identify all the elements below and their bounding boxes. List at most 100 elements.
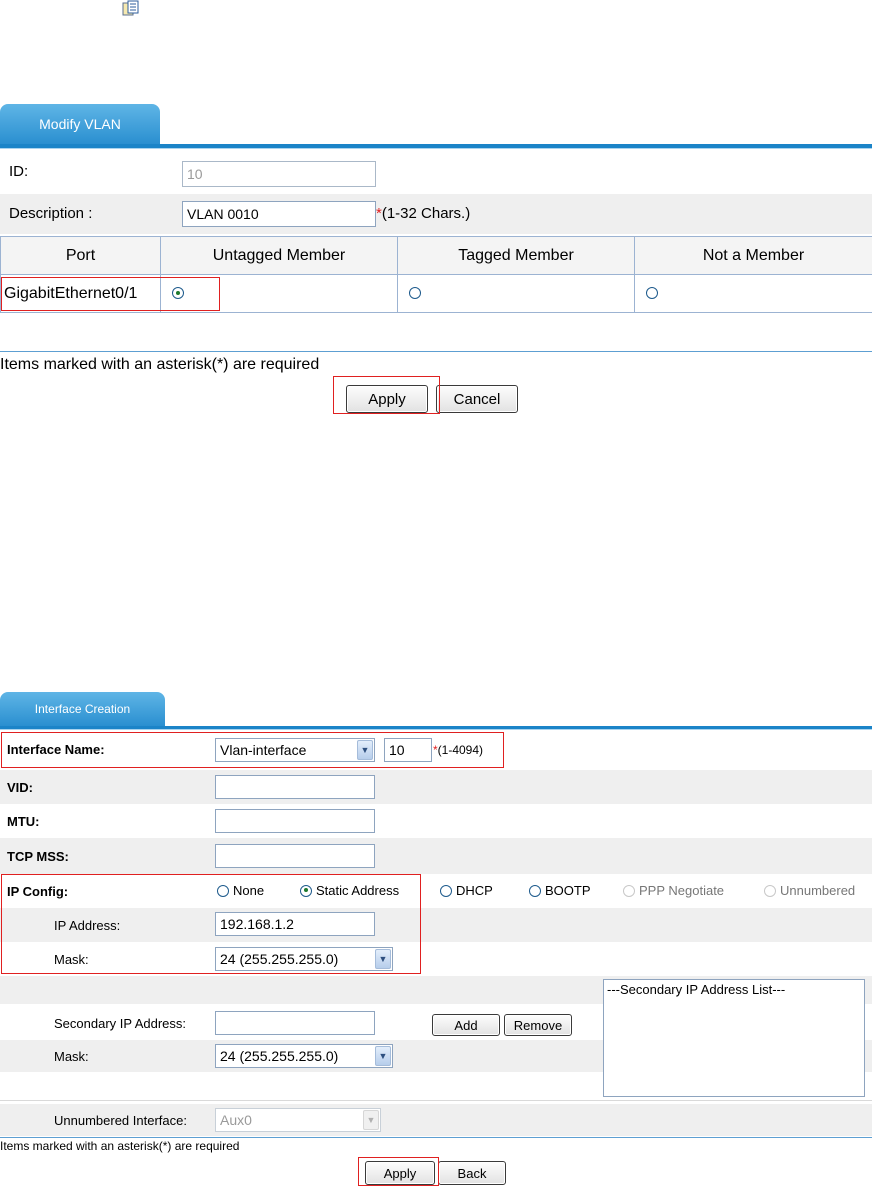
ip-address-input[interactable]: 192.168.1.2 xyxy=(215,912,375,936)
column-header-not-member: Not a Member xyxy=(634,236,872,275)
vlan-id-value: 10 xyxy=(187,166,203,182)
vlan-description-value: VLAN 0010 xyxy=(187,206,259,222)
tab-interface-creation[interactable]: Interface Creation xyxy=(0,692,165,726)
column-header-port: Port xyxy=(0,236,161,275)
ip-address-row: IP Address: 192.168.1.2 xyxy=(0,908,872,942)
interface-number-hint: *(1-4094) xyxy=(433,743,483,757)
tagged-cell xyxy=(397,274,635,313)
ip-config-none-option[interactable]: None xyxy=(217,883,264,898)
option-label: BOOTP xyxy=(545,883,591,898)
vlan-description-input[interactable]: VLAN 0010 xyxy=(182,201,376,227)
ip-config-ppp-option: PPP Negotiate xyxy=(623,883,724,898)
ip-address-label: IP Address: xyxy=(54,918,121,933)
unnumbered-label: Unnumbered Interface: xyxy=(54,1113,187,1128)
apply-button[interactable]: Apply xyxy=(365,1161,435,1185)
interface-number-value: 10 xyxy=(389,742,405,758)
back-button[interactable]: Back xyxy=(438,1161,506,1185)
option-label: Static Address xyxy=(316,883,400,898)
ppp-negotiate-radio xyxy=(623,884,635,897)
chevron-down-icon: ▼ xyxy=(375,949,391,969)
mtu-row: MTU: xyxy=(0,804,872,838)
tab-modify-vlan[interactable]: Modify VLAN xyxy=(0,104,160,144)
apply-button[interactable]: Apply xyxy=(346,385,428,413)
chevron-down-icon: ▼ xyxy=(357,740,373,760)
tab-underline-shadow xyxy=(0,729,872,730)
unnumbered-interface-select: Aux0 ▼ xyxy=(215,1108,381,1132)
column-header-untagged: Untagged Member xyxy=(160,236,398,275)
table-row: GigabitEthernet0/1 xyxy=(0,274,872,313)
cancel-button[interactable]: Cancel xyxy=(436,385,518,413)
chevron-down-icon: ▼ xyxy=(375,1046,391,1066)
tab-label: Modify VLAN xyxy=(39,116,121,132)
interface-type-value: Vlan-interface xyxy=(220,742,307,758)
not-a-member-radio[interactable] xyxy=(646,287,658,300)
cancel-button-label: Cancel xyxy=(453,390,501,408)
apply-button-label: Apply xyxy=(368,390,406,408)
tcp-mss-row: TCP MSS: xyxy=(0,838,872,874)
section-separator xyxy=(0,1137,872,1138)
mtu-input[interactable] xyxy=(215,809,375,833)
add-button[interactable]: Add xyxy=(432,1014,500,1036)
ip-address-value: 192.168.1.2 xyxy=(220,916,294,932)
not-member-cell xyxy=(634,274,872,313)
vlan-id-row: ID: 10 xyxy=(0,152,872,194)
secondary-mask-select[interactable]: 24 (255.255.255.0) ▼ xyxy=(215,1044,393,1068)
chevron-down-icon: ▼ xyxy=(363,1110,379,1130)
apply-button-label: Apply xyxy=(383,1165,417,1181)
back-button-label: Back xyxy=(457,1165,487,1181)
column-header-tagged: Tagged Member xyxy=(397,236,635,275)
secondary-mask-label: Mask: xyxy=(54,1049,89,1064)
remove-button[interactable]: Remove xyxy=(504,1014,572,1036)
secondary-ip-label: Secondary IP Address: xyxy=(54,1016,187,1031)
unnumbered-radio xyxy=(764,884,776,897)
unnumbered-row: Unnumbered Interface: Aux0 ▼ xyxy=(0,1104,872,1136)
vid-row: VID: xyxy=(0,770,872,804)
static-address-radio[interactable] xyxy=(300,884,312,897)
none-radio[interactable] xyxy=(217,884,229,897)
dhcp-radio[interactable] xyxy=(440,884,452,897)
vlan-description-row: Description : VLAN 0010 *(1-32 Chars.) xyxy=(0,194,872,234)
table-header-row: Port Untagged Member Tagged Member Not a… xyxy=(0,236,872,275)
option-label: PPP Negotiate xyxy=(639,883,725,898)
tagged-member-radio[interactable] xyxy=(409,287,421,300)
port-name-cell: GigabitEthernet0/1 xyxy=(0,274,161,313)
secondary-ip-input[interactable] xyxy=(215,1011,375,1035)
vid-label: VID: xyxy=(7,780,33,795)
ip-config-dhcp-option[interactable]: DHCP xyxy=(440,883,493,898)
row-divider xyxy=(0,1100,872,1101)
section-separator xyxy=(0,351,872,352)
secondary-list-title: ---Secondary IP Address List--- xyxy=(607,982,786,997)
tcp-mss-input[interactable] xyxy=(215,844,375,868)
option-label: DHCP xyxy=(456,883,493,898)
vid-input[interactable] xyxy=(215,775,375,799)
interface-type-select[interactable]: Vlan-interface ▼ xyxy=(215,738,375,762)
port-membership-table: Port Untagged Member Tagged Member Not a… xyxy=(0,236,872,313)
unnumbered-value: Aux0 xyxy=(220,1112,252,1128)
vlan-description-hint: *(1-32 Chars.) xyxy=(376,205,470,222)
interface-number-input[interactable]: 10 xyxy=(384,738,432,762)
interface-name-label: Interface Name: xyxy=(7,742,105,757)
interface-name-row: Interface Name: Vlan-interface ▼ 10 *(1-… xyxy=(0,732,872,768)
bootp-radio[interactable] xyxy=(529,884,541,897)
mask-row: Mask: 24 (255.255.255.0) ▼ xyxy=(0,942,872,976)
mask-value: 24 (255.255.255.0) xyxy=(220,951,339,967)
page-properties-icon xyxy=(122,0,139,16)
untagged-member-radio[interactable] xyxy=(172,287,184,300)
ip-config-bootp-option[interactable]: BOOTP xyxy=(529,883,591,898)
tab-label: Interface Creation xyxy=(34,702,131,716)
ip-config-row: IP Config: None Static Address DHCP BOOT… xyxy=(0,874,872,908)
ip-config-static-option[interactable]: Static Address xyxy=(300,883,399,898)
untagged-cell xyxy=(160,274,398,313)
option-label: None xyxy=(233,883,265,898)
tab-underline-shadow xyxy=(0,148,872,149)
ip-config-unnumbered-option: Unnumbered xyxy=(764,883,855,898)
secondary-ip-list[interactable]: ---Secondary IP Address List--- xyxy=(603,979,865,1097)
tcp-mss-label: TCP MSS: xyxy=(7,849,69,864)
ip-config-label: IP Config: xyxy=(7,884,69,899)
required-note: Items marked with an asterisk(*) are req… xyxy=(0,1139,240,1153)
mask-select[interactable]: 24 (255.255.255.0) ▼ xyxy=(215,947,393,971)
mtu-label: MTU: xyxy=(7,814,40,829)
vlan-description-label: Description : xyxy=(9,205,93,222)
interface-hint-text: (1-4094) xyxy=(437,743,484,757)
secondary-mask-value: 24 (255.255.255.0) xyxy=(220,1048,339,1064)
